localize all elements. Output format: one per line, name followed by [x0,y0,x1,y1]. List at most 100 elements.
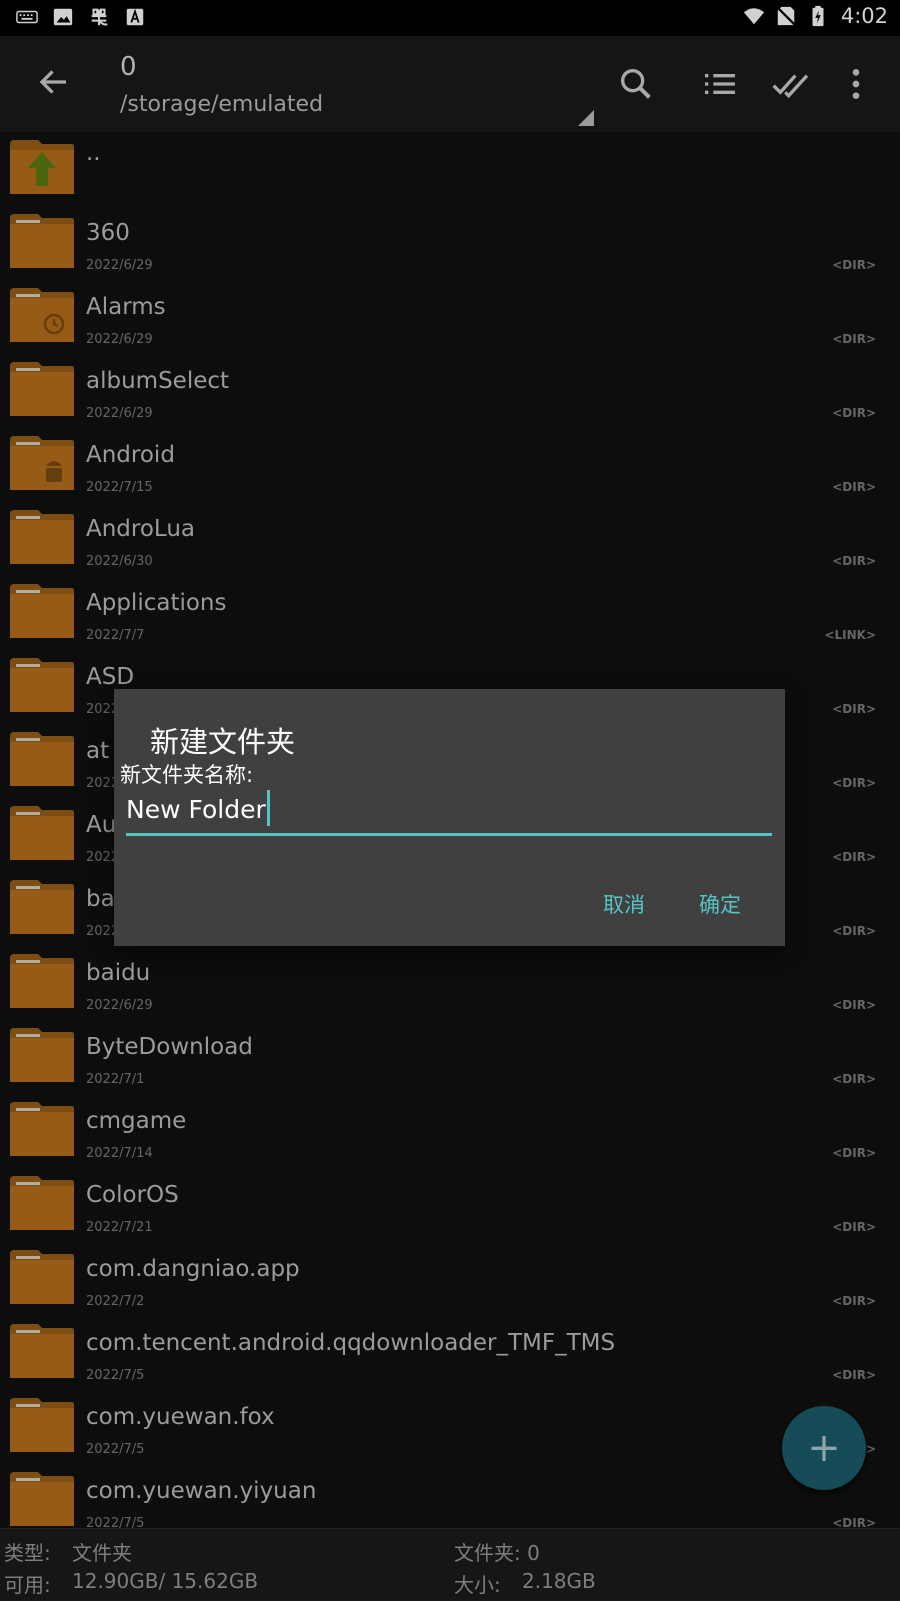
page-title: 0 [120,52,137,82]
more-options-button[interactable] [836,64,876,104]
list-item[interactable]: ByteDownload 2022/7/1 <DIR> [0,1020,900,1094]
folder-icon [10,1250,74,1304]
font-icon [126,8,144,26]
folder-icon [10,288,74,342]
available-label: 可用: [4,1573,51,1597]
back-arrow-icon[interactable] [36,64,72,100]
folder-up-icon [10,140,74,194]
list-item[interactable]: com.tencent.android.qqdownloader_TMF_TMS… [0,1316,900,1390]
list-item[interactable]: Alarms 2022/6/29 <DIR> [0,280,900,354]
list-item[interactable]: AndroLua 2022/6/30 <DIR> [0,502,900,576]
file-type: <DIR> [832,776,876,790]
list-item[interactable]: com.dangniao.app 2022/7/2 <DIR> [0,1242,900,1316]
more-vert-icon [852,69,860,99]
file-date: 2022/7/5 [86,1442,145,1457]
battery-charging-icon [812,5,824,27]
file-type: <DIR> [832,406,876,420]
path-dropdown-indicator[interactable] [578,110,594,126]
file-name: Alarms [86,294,166,320]
file-name: com.yuewan.yiyuan [86,1478,317,1504]
folder-icon [10,1102,74,1156]
plus-icon: + [807,1425,841,1471]
parent-dir-row[interactable]: .. [0,132,900,206]
file-type: <DIR> [832,1220,876,1234]
list-item[interactable]: com.yuewan.fox2022/7/5<DIR> [0,1390,900,1464]
select-all-button[interactable] [772,64,812,104]
list-item[interactable]: ColorOS 2022/7/21 <DIR> [0,1168,900,1242]
folder-icon [10,1398,74,1452]
folder-icon [10,436,74,490]
file-type: <LINK> [824,628,876,642]
file-name: cmgame [86,1108,187,1134]
folder-icon [10,1176,74,1230]
file-type: <DIR> [832,258,876,272]
file-date: 2022/6/29 [86,406,153,421]
list-item[interactable]: 360 2022/6/29 <DIR> [0,206,900,280]
no-sim-icon [775,6,796,26]
file-date: 2022/7/5 [86,1368,145,1383]
size-value: 2.18GB [522,1569,596,1593]
file-name: 360 [86,220,130,246]
folder-icon [10,362,74,416]
file-name: baidu [86,960,151,986]
file-name: Applications [86,590,227,616]
file-type: <DIR> [832,850,876,864]
cancel-button[interactable]: 取消 [603,889,645,919]
file-date: 2022/7/14 [86,1146,153,1161]
file-date: 2022/7/2 [86,1294,145,1309]
folder-name-input[interactable]: New Folder [126,787,772,836]
file-date: 2022/6/29 [86,332,153,347]
keyboard-icon [16,10,38,24]
list-item[interactable]: com.yuewan.yiyuan 2022/7/5 <DIR> [0,1464,900,1528]
ok-button[interactable]: 确定 [699,889,741,919]
image-icon [53,8,73,26]
file-name: ByteDownload [86,1034,253,1060]
file-type: <DIR> [832,702,876,716]
file-date: 2022/7/15 [86,480,153,495]
folder-icon [10,954,74,1008]
app-bar: 0 /storage/emulated [0,36,900,132]
file-type: <DIR> [832,1294,876,1308]
folder-name-value: New Folder [126,795,266,824]
parent-dir-label: .. [86,140,101,166]
file-name: at [86,738,110,764]
file-type: <DIR> [832,1146,876,1160]
list-icon [705,74,735,94]
file-name: com.tencent.android.qqdownloader_TMF_TMS [86,1330,616,1356]
file-type: <DIR> [832,332,876,346]
file-name: AndroLua [86,516,196,542]
file-name: ASD [86,664,135,690]
file-date: 2022/6/29 [86,998,153,1013]
list-view-button[interactable] [700,64,740,104]
clock: 4:02 [840,4,888,28]
folder-icon [10,658,74,712]
bug-icon [91,8,108,26]
file-date: 2022/6/30 [86,554,153,569]
folder-icon [10,1324,74,1378]
list-item[interactable]: Applications 2022/7/7 <LINK> [0,576,900,650]
type-label: 类型: [4,1541,51,1565]
new-folder-dialog: 新建文件夹 新文件夹名称: New Folder 取消 确定 [114,689,785,946]
storage-info-bar: 类型: 文件夹 可用: 12.90GB/ 15.62GB 文件夹: 0 大小: … [0,1528,900,1601]
search-icon [621,69,651,99]
dialog-title: 新建文件夹 [150,725,296,759]
file-name: Android [86,442,175,468]
folder-icon [10,1028,74,1082]
file-name: Au [86,812,117,838]
list-item[interactable]: Android 2022/7/15 <DIR> [0,428,900,502]
folder-icon [10,214,74,268]
file-date: 2022/7/21 [86,1220,153,1235]
file-date: 2022/7/1 [86,1072,145,1087]
file-type: <DIR> [832,1072,876,1086]
folder-icon [10,1472,74,1526]
file-date: 2022/6/29 [86,258,153,273]
folder-icon [10,806,74,860]
list-item[interactable]: baidu 2022/6/29 <DIR> [0,946,900,1020]
current-path[interactable]: /storage/emulated [120,92,323,117]
list-item[interactable]: albumSelect 2022/6/29 <DIR> [0,354,900,428]
add-fab-button[interactable]: + [782,1406,866,1490]
file-date: 2022/7/5 [86,1516,145,1528]
folder-name-label: 新文件夹名称: [120,763,254,787]
search-button[interactable] [616,64,656,104]
list-item[interactable]: cmgame 2022/7/14 <DIR> [0,1094,900,1168]
